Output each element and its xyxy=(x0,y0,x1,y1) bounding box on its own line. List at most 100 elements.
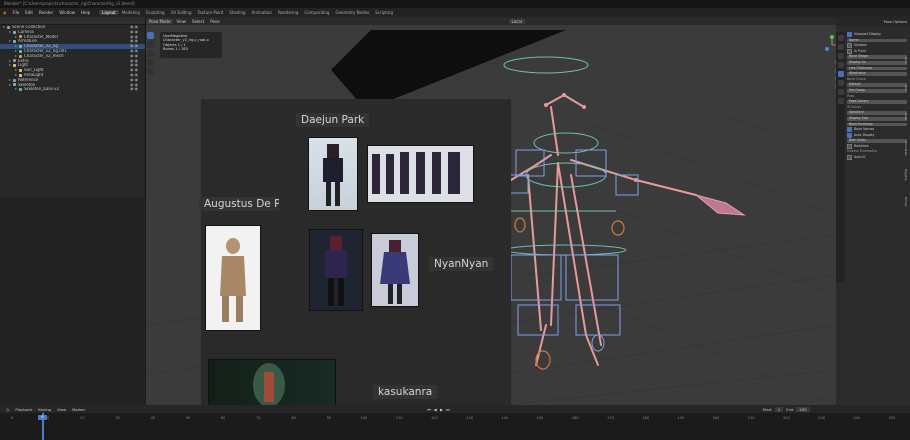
current-frame-indicator[interactable]: 6 xyxy=(38,415,47,420)
property-field[interactable]: Bone Envelope xyxy=(847,122,907,127)
sidebar-tab[interactable]: View xyxy=(900,113,908,120)
timeline-menu-view[interactable]: View xyxy=(54,407,69,412)
rotate-tool-icon[interactable] xyxy=(147,59,154,66)
select-tool-icon[interactable] xyxy=(147,32,154,39)
workspace-tab-geonodes[interactable]: Geometry Nodes xyxy=(332,10,372,15)
property-field[interactable]: Bone Shape xyxy=(847,55,907,59)
checkbox[interactable] xyxy=(847,43,852,49)
workspace-tab-scripting[interactable]: Scripting xyxy=(372,10,396,15)
menu-edit[interactable]: Edit xyxy=(22,10,36,15)
property-field[interactable]: Both Sides xyxy=(847,139,907,143)
blender-logo-icon[interactable]: ◉ xyxy=(0,10,10,15)
workspace-tab-compositing[interactable]: Compositing xyxy=(301,10,332,15)
ref-image-statue[interactable] xyxy=(205,225,261,331)
frame-end-value[interactable]: 250 xyxy=(796,406,810,412)
sidebar-tab[interactable]: Animation xyxy=(900,141,908,156)
output-tab-icon[interactable] xyxy=(837,53,844,59)
ref-image-character-dark-1[interactable] xyxy=(309,229,363,311)
frame-start-label: Start xyxy=(762,406,772,412)
viewport-toolbox xyxy=(146,30,156,90)
timeline-menu-playback[interactable]: Playback xyxy=(12,407,35,412)
outliner-row-label: Character_v2_mesh xyxy=(24,53,64,58)
play-controls[interactable]: ⏮ ◀ ▶ ⏭ xyxy=(424,407,453,412)
checkbox[interactable] xyxy=(847,49,852,55)
pole-targets[interactable] xyxy=(514,217,625,370)
sidebar-tab[interactable]: Tool xyxy=(900,85,908,91)
viewport-menu-pose[interactable]: Pose xyxy=(207,19,222,24)
frame-tick-label: 240 xyxy=(853,416,861,420)
frame-tick-label: 210 xyxy=(747,416,755,420)
window-title: Blender* [C:\Users\projects\character_ri… xyxy=(0,0,910,8)
timeline-menu-keying[interactable]: Keying xyxy=(35,407,54,412)
ref-image-character-render[interactable] xyxy=(208,359,336,405)
ref-image-character-dark-2[interactable] xyxy=(371,233,419,307)
menu-window[interactable]: Window xyxy=(56,10,78,15)
move-tool-icon[interactable] xyxy=(147,50,154,57)
menu-file[interactable]: File xyxy=(10,10,23,15)
frame-tick-label: 130 xyxy=(466,416,473,420)
sidebar-tab[interactable]: Item xyxy=(900,57,908,64)
workspace-tab-sculpting[interactable]: Sculpting xyxy=(143,10,168,15)
3d-viewport[interactable]: Daejun Park Augustus De Prima Porta Nyan… xyxy=(146,25,836,405)
modifier-tab-icon[interactable] xyxy=(837,80,844,86)
timeline-menu-marker[interactable]: Marker xyxy=(69,407,88,412)
property-field[interactable]: Display As xyxy=(847,60,907,65)
checkbox[interactable] xyxy=(847,127,852,133)
property-field[interactable]: Line Thickness xyxy=(847,66,907,71)
frame-tick-label: 30 xyxy=(115,416,120,420)
ref-image-character-turnaround[interactable] xyxy=(367,145,474,203)
property-field[interactable]: Display Size xyxy=(847,116,907,121)
ik-control-shapes[interactable] xyxy=(503,56,627,256)
object-type-icon xyxy=(19,54,22,58)
frame-tick-label: 200 xyxy=(712,416,720,420)
checkbox[interactable] xyxy=(847,132,852,138)
data-tab-icon[interactable] xyxy=(837,89,844,95)
timeline-ruler[interactable]: 0 10 20 30 40 50 60 70 80 90 100 110 120 130 140 150 160… xyxy=(0,413,910,440)
operator-line-bones: Bones 1 / 183 xyxy=(163,46,188,51)
bone-tab-icon[interactable] xyxy=(837,98,844,104)
visibility-eye-icon[interactable]: ◉◉ xyxy=(130,87,145,92)
frame-tick-label: 0 xyxy=(10,416,14,420)
property-row[interactable]: Auto IK xyxy=(847,155,907,161)
outliner-row[interactable]: ▸ Skeleton_base.v2 ◉◉ xyxy=(0,87,145,92)
checkbox[interactable] xyxy=(847,155,852,161)
workspace-tab-uv[interactable]: UV Editing xyxy=(168,10,195,15)
render-tab-icon[interactable] xyxy=(837,44,844,50)
tool-tab-icon[interactable] xyxy=(837,35,844,41)
frame-tick-label: 180 xyxy=(642,416,649,420)
workspace-tab-shading[interactable]: Shading xyxy=(226,10,248,15)
frame-tick-label: 140 xyxy=(501,416,509,420)
timeline-editor-icon[interactable]: ◷ xyxy=(3,407,12,412)
ref-label-augustus: Augustus De Prima Porta xyxy=(199,197,279,211)
workspace-tab-rendering[interactable]: Rendering xyxy=(275,10,301,15)
sidebar-tab[interactable]: Rigging xyxy=(900,169,908,180)
scene-tab-icon[interactable] xyxy=(837,62,844,68)
frame-tick-label: 60 xyxy=(220,416,226,420)
scale-tool-icon[interactable] xyxy=(147,68,154,75)
sidebar-tab[interactable]: Extras xyxy=(900,197,908,206)
workspace-tab-layout[interactable]: Layout xyxy=(99,10,119,15)
cursor-tool-icon[interactable] xyxy=(147,41,154,48)
workspace-tab-texture[interactable]: Texture Paint xyxy=(194,10,226,15)
menu-render[interactable]: Render xyxy=(36,10,56,15)
properties-content: Viewport Display Name Shadow In Front Bone S… xyxy=(847,32,907,161)
workspace-tab-modeling[interactable]: Modeling xyxy=(119,10,143,15)
property-field[interactable]: Wireframe xyxy=(847,72,907,76)
transform-orientation-dropdown[interactable]: Local xyxy=(508,18,525,24)
viewport-menu-select[interactable]: Select xyxy=(189,19,207,24)
viewport-menu-view[interactable]: View xyxy=(173,19,189,24)
workspace-tab-animation[interactable]: Animation xyxy=(249,10,275,15)
object-tab-icon[interactable] xyxy=(837,71,844,77)
property-field[interactable]: Set Group xyxy=(847,88,907,93)
object-type-icon xyxy=(19,49,22,53)
menu-help[interactable]: Help xyxy=(78,10,93,15)
property-field[interactable]: Default xyxy=(847,83,907,87)
frame-start-value[interactable]: 1 xyxy=(774,406,784,412)
ref-image-character-front[interactable] xyxy=(308,137,358,211)
property-field[interactable]: Pose Library xyxy=(847,100,907,104)
checkbox[interactable] xyxy=(847,32,852,38)
property-field[interactable]: Standard xyxy=(847,111,907,115)
property-field[interactable]: Name xyxy=(847,38,907,43)
checkbox[interactable] xyxy=(847,144,852,150)
mode-dropdown[interactable]: Pose Mode xyxy=(146,18,174,24)
